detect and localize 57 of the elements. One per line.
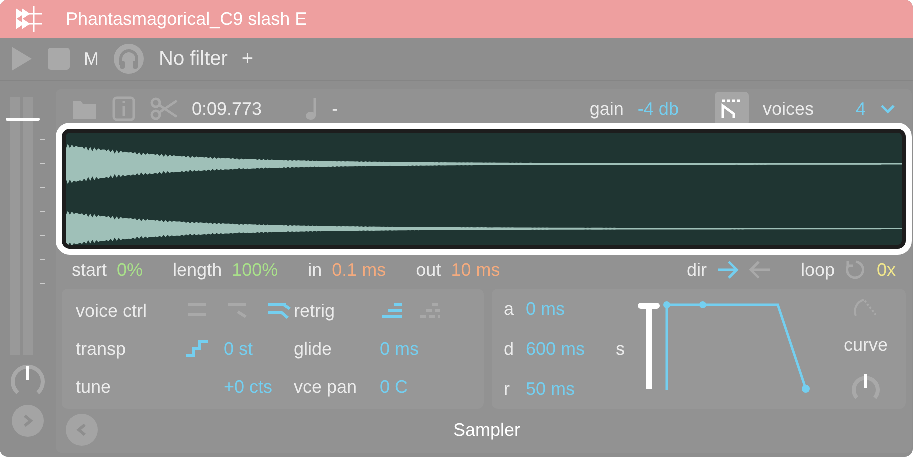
attack-value[interactable]: 0 ms: [526, 298, 616, 320]
retrig-icon[interactable]: [380, 302, 404, 320]
voice-mode-icon[interactable]: [266, 302, 292, 320]
play-icon[interactable]: [10, 46, 34, 72]
headphones-icon[interactable]: [113, 43, 145, 75]
loop-icon[interactable]: [844, 259, 867, 281]
param-label: length: [173, 260, 222, 280]
loop-label: loop: [800, 260, 835, 280]
tune-value[interactable]: +0 cts: [224, 376, 273, 398]
transp-value[interactable]: 0 st: [224, 338, 254, 360]
knob-icon[interactable]: [10, 363, 46, 397]
time-display: 0:09.773: [192, 98, 262, 120]
glide-label: glide: [294, 338, 334, 360]
scissors-icon[interactable]: [150, 97, 178, 121]
tune-label: tune: [76, 376, 112, 398]
glide-value[interactable]: 0 ms: [380, 338, 484, 360]
logo-icon: [14, 4, 44, 34]
window-title: Phantasmagorical_C9 slash E: [66, 8, 308, 30]
pan-label: vce pan: [294, 376, 358, 398]
param-value[interactable]: 0.1 ms: [332, 260, 386, 280]
gain-value[interactable]: -4 db: [638, 98, 679, 120]
volume-handle[interactable]: [6, 118, 40, 121]
envelope-toggle[interactable]: [714, 92, 749, 126]
note-value[interactable]: -: [332, 98, 338, 120]
decay-value[interactable]: 600 ms: [526, 338, 616, 360]
envelope-curve[interactable]: [664, 302, 810, 393]
direction-label: dir: [686, 260, 707, 280]
voices-value[interactable]: 4: [856, 98, 866, 120]
sustain-label: s: [616, 338, 626, 360]
param-value[interactable]: 100%: [232, 260, 278, 280]
add-button[interactable]: +: [242, 48, 254, 70]
voices-label: voices: [762, 98, 814, 120]
curve-knob[interactable]: [850, 372, 882, 400]
param-label: start: [72, 260, 108, 280]
retrig-label: retrig: [294, 300, 336, 322]
release-value[interactable]: 50 ms: [526, 378, 616, 400]
attack-label: a: [504, 298, 516, 320]
release-label: r: [504, 378, 511, 400]
info-icon[interactable]: [112, 96, 136, 122]
mute-button[interactable]: M: [84, 48, 99, 70]
arrow-right-icon[interactable]: [716, 261, 739, 279]
transp-label: transp: [76, 338, 126, 360]
voice-ctrl-label: voice ctrl: [76, 300, 148, 322]
chevron-down-icon[interactable]: [880, 104, 896, 114]
filter-label[interactable]: No filter: [159, 48, 228, 70]
steps-icon[interactable]: [186, 339, 210, 359]
device-title: Sampler: [452, 420, 522, 440]
param-label: out: [416, 260, 442, 280]
curve-label: curve: [844, 334, 888, 356]
pan-value[interactable]: 0 C: [380, 376, 484, 398]
param-value[interactable]: 0%: [117, 260, 144, 280]
loop-value[interactable]: 0x: [876, 260, 896, 280]
stop-icon[interactable]: [48, 48, 70, 70]
param-value[interactable]: 10 ms: [451, 260, 500, 280]
param-label: in: [308, 260, 322, 280]
decay-label: d: [504, 338, 516, 360]
gain-label: gain: [590, 98, 624, 120]
